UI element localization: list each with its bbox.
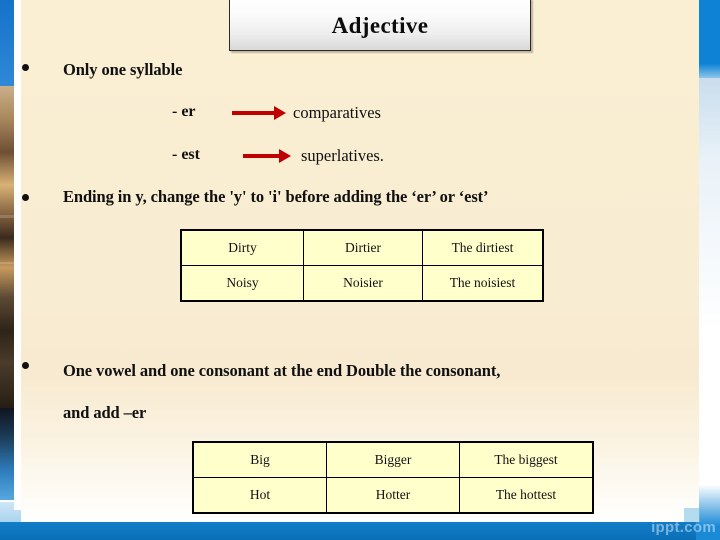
table-cell: The dirtiest <box>422 229 544 266</box>
suffix-est-label: - est <box>172 146 200 163</box>
photo-tower <box>0 86 14 416</box>
watermark-text: ippt.com <box>651 519 716 536</box>
table-cell: The hottest <box>459 477 594 514</box>
eiffel-tower-photo-strip <box>0 0 14 500</box>
superlatives-label: superlatives. <box>301 146 384 165</box>
bullet-marker-3 <box>22 362 29 369</box>
photo-detail-line <box>0 215 14 218</box>
comparatives-label: comparatives <box>293 103 381 122</box>
page-title: Adjective <box>331 13 429 38</box>
photo-base <box>0 408 14 500</box>
slide-title-box: Adjective <box>229 0 531 51</box>
bullet-text-3: One vowel and one consonant at the end D… <box>63 361 501 380</box>
table-cell: Noisier <box>303 265 423 302</box>
table-row: Noisy Noisier The noisiest <box>180 265 544 302</box>
bullet-text-3-line2: and add –er <box>63 403 147 422</box>
photo-strip-edge <box>14 0 21 510</box>
presentation-slide: Adjective Only one syllable - er compara… <box>0 0 720 540</box>
table-cell: Noisy <box>180 265 304 302</box>
y-to-i-table: Dirty Dirtier The dirtiest Noisy Noisier… <box>180 229 544 302</box>
table-cell: Big <box>192 441 327 478</box>
table-row: Big Bigger The biggest <box>192 441 594 478</box>
table-cell: Dirty <box>180 229 304 266</box>
double-consonant-table: Big Bigger The biggest Hot Hotter The ho… <box>192 441 594 514</box>
table-cell: Hot <box>192 477 327 514</box>
right-arrow-icon <box>243 149 293 163</box>
photo-detail-line <box>0 262 14 264</box>
bullet-text-1: Only one syllable <box>63 60 183 79</box>
table-row: Dirty Dirtier The dirtiest <box>180 229 544 266</box>
suffix-er-label: - er <box>172 103 196 120</box>
table-cell: Bigger <box>326 441 460 478</box>
table-row: Hot Hotter The hottest <box>192 477 594 514</box>
bullet-text-2: Ending in y, change the 'y' to 'i' befor… <box>63 187 489 206</box>
right-gradient-band <box>696 78 720 540</box>
table-cell: The biggest <box>459 441 594 478</box>
bullet-marker-1 <box>22 64 29 71</box>
bullet-marker-2 <box>22 194 29 201</box>
table-cell: Dirtier <box>303 229 423 266</box>
table-cell: Hotter <box>326 477 460 514</box>
right-arrow-icon <box>232 106 288 120</box>
table-cell: The noisiest <box>422 265 544 302</box>
right-blue-band <box>696 0 720 78</box>
